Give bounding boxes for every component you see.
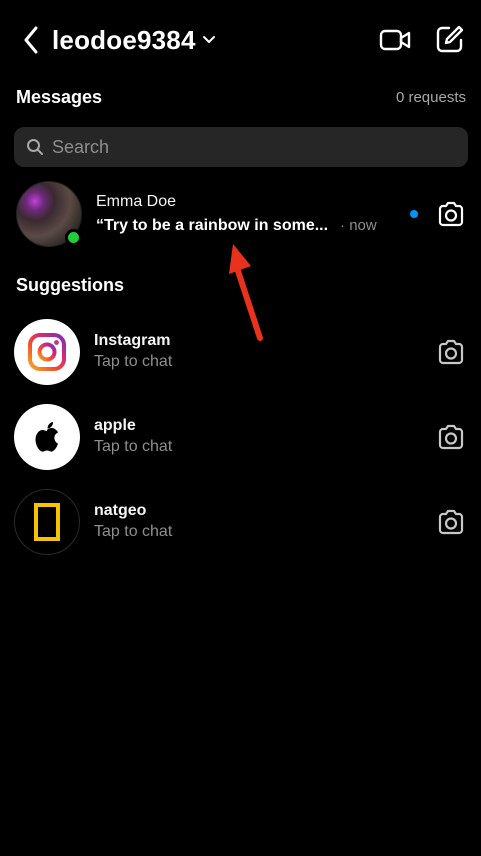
messages-header: Messages 0 requests	[16, 85, 466, 109]
camera-icon	[438, 201, 464, 227]
suggestions-header: Suggestions	[16, 273, 466, 297]
new-message-button[interactable]	[434, 23, 466, 55]
requests-link[interactable]: 0 requests	[396, 89, 466, 106]
message-preview: “Try to be a rainbow in some...	[96, 217, 329, 234]
suggestion-subtitle: Tap to chat	[94, 523, 173, 540]
suggestion-row-natgeo[interactable]: natgeo Tap to chat	[14, 489, 469, 555]
suggestion-name: Instagram	[94, 332, 171, 349]
top-bar: leodoe9384	[0, 20, 481, 60]
conversation-preview-line: “Try to be a rainbow in some... · now	[96, 217, 377, 235]
search-icon	[27, 139, 43, 155]
suggestion-name: natgeo	[94, 502, 147, 519]
account-switcher[interactable]: leodoe9384	[52, 22, 218, 58]
search-input[interactable]	[52, 136, 432, 158]
camera-button[interactable]	[436, 422, 466, 452]
suggestion-row-instagram[interactable]: Instagram Tap to chat	[14, 319, 469, 385]
camera-button[interactable]	[436, 337, 466, 367]
compose-icon	[436, 25, 464, 53]
online-status-indicator	[65, 229, 82, 246]
video-call-button[interactable]	[378, 24, 412, 56]
chevron-down-icon	[202, 32, 218, 48]
camera-button[interactable]	[436, 507, 466, 537]
camera-icon	[438, 339, 464, 365]
suggestion-row-apple[interactable]: apple Tap to chat	[14, 404, 469, 470]
conversation-name: Emma Doe	[96, 193, 177, 210]
video-camera-icon	[379, 29, 411, 51]
camera-icon	[438, 424, 464, 450]
back-button[interactable]	[18, 24, 44, 56]
suggestion-subtitle: Tap to chat	[94, 438, 173, 455]
conversation-row[interactable]: Emma Doe “Try to be a rainbow in some...…	[14, 181, 469, 249]
camera-icon	[438, 509, 464, 535]
chevron-left-icon	[24, 26, 38, 54]
suggestions-title: Suggestions	[16, 274, 125, 295]
search-bar[interactable]	[14, 127, 468, 167]
avatar[interactable]	[16, 181, 82, 247]
camera-button[interactable]	[436, 199, 466, 229]
instagram-logo-icon	[14, 319, 80, 385]
suggestion-name: apple	[94, 417, 136, 434]
account-username: leodoe9384	[52, 24, 196, 55]
messages-title: Messages	[16, 86, 103, 107]
apple-logo-icon	[14, 404, 80, 470]
unread-indicator	[410, 210, 418, 218]
natgeo-logo-icon	[14, 489, 80, 555]
message-time: · now	[340, 217, 377, 234]
suggestion-subtitle: Tap to chat	[94, 353, 173, 370]
